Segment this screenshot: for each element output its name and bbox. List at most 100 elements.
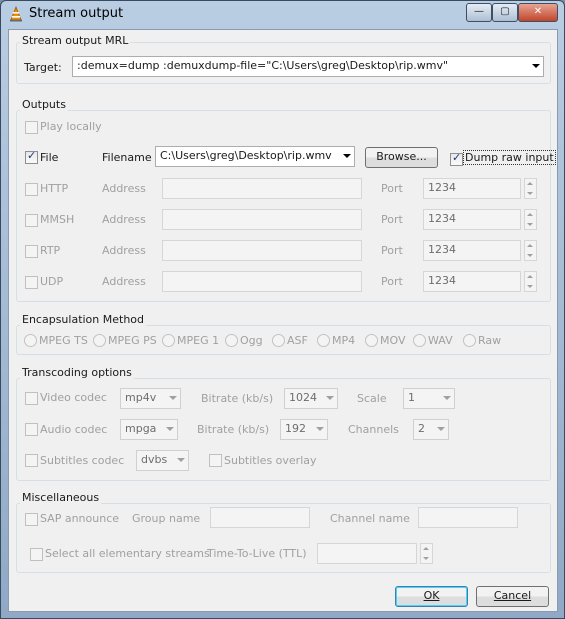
udp-address-label: Address [102,275,146,288]
video-codec-value: mp4v [125,391,157,404]
ok-button[interactable]: OK [395,586,468,607]
http-port-spinner[interactable] [524,178,537,199]
filename-value: C:\Users\greg\Desktop\rip.wmv [160,149,332,162]
filename-label: Filename [102,151,152,164]
play-locally-checkbox[interactable] [25,121,38,134]
channels-label: Channels [348,423,399,436]
close-icon: ✕ [533,6,543,17]
subtitles-codec-checkbox[interactable] [25,454,38,467]
transcoding-group-title: Transcoding options [20,366,134,379]
radio-mov-label: MOV [380,334,406,347]
video-codec-combo[interactable]: mp4v [120,388,181,409]
chevron-down-icon [326,396,334,400]
chevron-down-icon [166,427,174,431]
misc-group-title: Miscellaneous [20,491,102,504]
spin-down-icon [527,285,533,288]
chevron-down-icon [437,427,445,431]
radio-mp4[interactable] [317,334,330,347]
spin-up-icon [423,547,429,550]
cancel-button[interactable]: Cancel [476,586,549,607]
mmsh-address-input[interactable] [162,209,362,230]
http-port-input[interactable]: 1234 [423,178,521,199]
spin-down-icon [423,557,429,560]
mmsh-label: MMSH [40,213,75,226]
rtp-address-label: Address [102,244,146,257]
ok-button-label: OK [423,589,440,602]
scale-combo[interactable]: 1 [403,388,455,409]
target-combo[interactable]: :demux=dump :demuxdump-file="C:\Users\gr… [72,56,544,77]
rtp-address-input[interactable] [162,240,362,261]
dialog-body: Stream output MRL Target: :demux=dump :d… [8,29,558,612]
channels-combo[interactable]: 2 [413,419,449,440]
audio-bitrate-label: Bitrate (kb/s) [197,423,270,436]
select-all-streams-checkbox[interactable] [30,548,43,561]
mmsh-checkbox[interactable] [25,214,38,227]
spin-down-icon [527,254,533,257]
rtp-port-label: Port [381,244,403,257]
mrl-group-title: Stream output MRL [20,34,131,47]
radio-ogg[interactable] [225,334,238,347]
file-label: File [40,151,59,164]
video-bitrate-combo[interactable]: 1024 [284,388,338,409]
minimize-button[interactable]: — [466,3,492,22]
close-button[interactable]: ✕ [518,3,558,22]
subtitles-overlay-label: Subtitles overlay [224,454,317,467]
udp-address-input[interactable] [162,271,362,292]
audio-codec-checkbox[interactable] [25,423,38,436]
channel-name-input[interactable] [418,507,518,528]
http-port-label: Port [381,182,403,195]
radio-wav[interactable] [413,334,426,347]
radio-mpeg-1[interactable] [162,334,175,347]
spin-up-icon [527,275,533,278]
ttl-input[interactable] [317,543,417,564]
rtp-port-spinner[interactable] [524,240,537,261]
udp-port-input[interactable]: 1234 [423,271,521,292]
video-codec-checkbox[interactable] [25,392,38,405]
http-address-input[interactable] [162,178,362,199]
group-name-input[interactable] [210,507,310,528]
spin-up-icon [527,244,533,247]
sap-announce-checkbox[interactable] [25,513,38,526]
sap-announce-label: SAP announce [40,512,120,525]
udp-label: UDP [40,275,64,288]
radio-mpeg-ps[interactable] [93,334,106,347]
mmsh-port-spinner[interactable] [524,209,537,230]
dump-raw-input-label: Dump raw input [463,150,556,165]
encapsulation-group-title: Encapsulation Method [20,313,147,326]
spin-down-icon [527,223,533,226]
file-checkbox[interactable]: ✓ [25,149,38,164]
maximize-button[interactable]: ▢ [492,3,518,22]
radio-wav-label: WAV [428,334,453,347]
scale-label: Scale [357,392,387,405]
target-value: :demux=dump :demuxdump-file="C:\Users\gr… [77,59,449,72]
scale-value: 1 [408,391,415,404]
mmsh-port-label: Port [381,213,403,226]
dump-raw-input-checkbox[interactable]: ✓ [450,151,463,166]
http-checkbox[interactable] [25,183,38,196]
radio-mpeg-ts[interactable] [24,334,37,347]
subtitles-codec-combo[interactable]: dvbs [136,450,189,471]
radio-raw[interactable] [463,334,476,347]
audio-bitrate-value: 192 [285,422,306,435]
udp-checkbox[interactable] [25,276,38,289]
spin-up-icon [527,182,533,185]
rtp-port-input[interactable]: 1234 [423,240,521,261]
chevron-down-icon [177,458,185,462]
subtitles-overlay-checkbox[interactable] [209,454,222,467]
audio-codec-combo[interactable]: mpga [120,419,178,440]
udp-port-spinner[interactable] [524,271,537,292]
play-locally-label: Play locally [40,120,102,133]
select-all-streams-label: Select all elementary streams [45,547,210,560]
mmsh-port-input[interactable]: 1234 [423,209,521,230]
title-bar[interactable]: Stream output — ▢ ✕ [1,1,564,27]
ttl-spinner[interactable] [420,543,433,564]
chevron-down-icon [443,396,451,400]
radio-mov[interactable] [365,334,378,347]
browse-button[interactable]: Browse... [365,147,438,168]
window-title: Stream output [29,6,124,21]
cancel-button-label: Cancel [493,589,532,602]
radio-asf[interactable] [272,334,285,347]
rtp-checkbox[interactable] [25,245,38,258]
audio-bitrate-combo[interactable]: 192 [280,419,328,440]
filename-combo[interactable]: C:\Users\greg\Desktop\rip.wmv [155,146,355,167]
